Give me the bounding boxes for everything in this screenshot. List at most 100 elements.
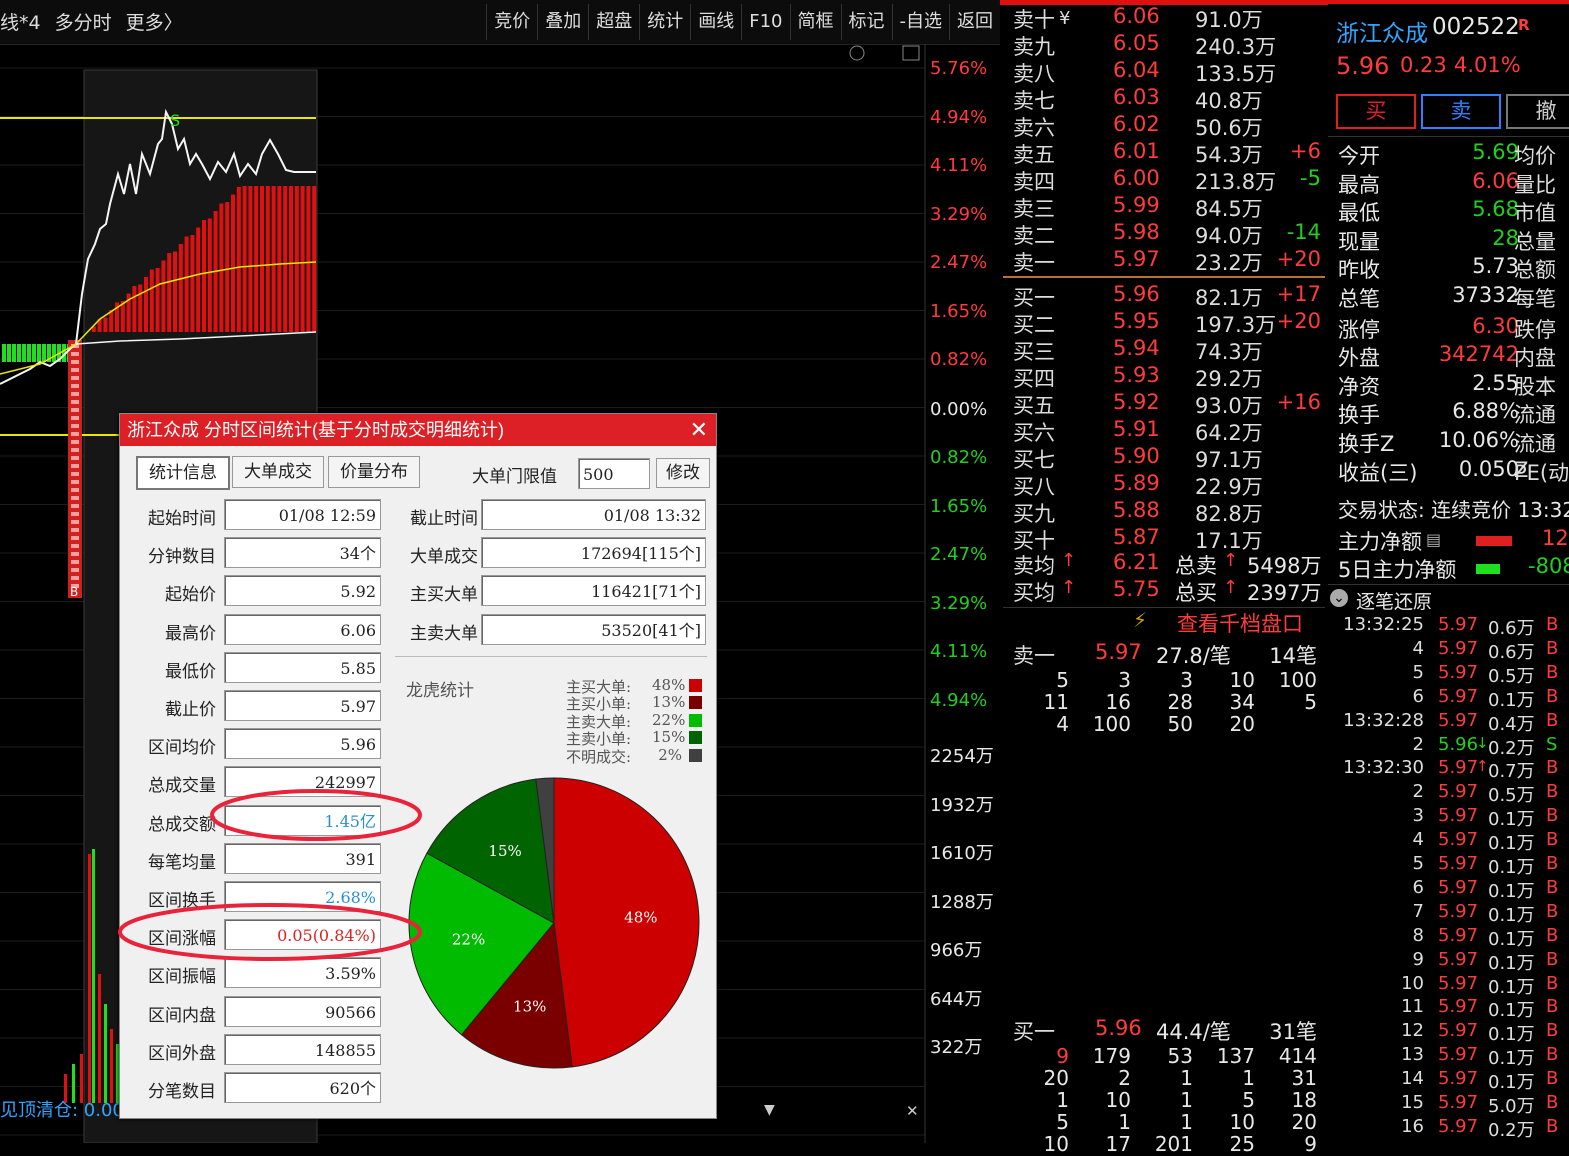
queue-cell: 16 <box>1105 690 1131 714</box>
bid-row[interactable]: 买三 5.94 74.3万 <box>1003 336 1325 364</box>
tick-time: 13:32:30 <box>1343 757 1424 779</box>
bid-row[interactable]: 买六 5.91 64.2万 <box>1003 417 1325 445</box>
ask-row[interactable]: 卖九 6.05 240.3万 <box>1003 31 1325 59</box>
net-flow-bar <box>155 268 160 332</box>
threshold-input[interactable]: 500 <box>578 458 650 489</box>
bid-row[interactable]: 买八 5.89 22.9万 <box>1003 471 1325 499</box>
toolbar-item-0[interactable]: 线*4 <box>0 12 41 34</box>
buy-signal-tick <box>71 552 79 556</box>
toolbar-item-2[interactable]: 更多〉 <box>126 12 183 34</box>
net-flow-bar-green <box>52 344 56 362</box>
toolbar-item-1[interactable]: 多分时 <box>55 12 112 34</box>
net-flow-bar <box>178 244 183 332</box>
chevron-down-icon[interactable]: ▼ <box>764 1102 775 1118</box>
bid-row[interactable]: 买七 5.90 97.1万 <box>1003 444 1325 472</box>
quote-label-secondary: 每笔 <box>1514 287 1556 311</box>
queue-cell: 137 <box>1216 1044 1255 1068</box>
level-price: 6.04 <box>1113 58 1160 82</box>
stat-value-field: 620个 <box>224 1072 381 1103</box>
tick-price: 5.97 <box>1438 1044 1479 1066</box>
level-price: 6.02 <box>1113 112 1160 136</box>
main-net-5day-bar <box>1476 564 1500 574</box>
ask-row[interactable]: 卖六 6.02 50.6万 <box>1003 112 1325 140</box>
toolbar-button-5[interactable]: F10 <box>741 4 789 40</box>
view-depth-link[interactable]: 查看千档盘口 <box>1177 608 1303 638</box>
tick-volume: 0.1万 <box>1488 1000 1535 1022</box>
ask-row[interactable]: 卖二 5.98 94.0万 -14 <box>1003 220 1325 248</box>
pie-legend-label: 不明成交: <box>566 747 632 766</box>
bid-row[interactable]: 买二 5.95 197.3万 +20 <box>1003 309 1325 337</box>
pie-slice-label: 13% <box>513 998 546 1016</box>
ask-row[interactable]: 卖五 6.01 54.3万 +6 <box>1003 139 1325 167</box>
pie-legend-value: 2% <box>658 745 682 764</box>
quote-value: 10.06% <box>1438 428 1519 452</box>
tick-price: 5.97 <box>1438 661 1479 683</box>
pct-axis-label: 0.82% <box>930 447 988 468</box>
net-flow-bar <box>103 317 108 332</box>
volume-bar <box>98 974 101 1103</box>
chevron-down-icon[interactable]: ⌄ <box>1330 589 1348 607</box>
dialog-title-bar[interactable]: 浙江众成 分时区间统计(基于分时成交明细统计) ✕ <box>120 414 716 446</box>
ask-row[interactable]: 卖八 6.04 133.5万 <box>1003 58 1325 86</box>
net-flow-bar-green <box>42 344 46 362</box>
trade-status: 交易状态: 连续竞价 13:32 <box>1338 498 1569 522</box>
queue-price: 5.96 <box>1095 1016 1142 1040</box>
sell-button[interactable]: 卖 <box>1421 94 1501 129</box>
bid-row[interactable]: 买十 5.87 17.1万 <box>1003 525 1325 553</box>
ask-row[interactable]: 卖四 6.00 213.8万 -5 <box>1003 166 1325 194</box>
toolbar-button-2[interactable]: 超盘 <box>588 4 639 40</box>
volume-bar <box>88 854 91 1103</box>
ask-row[interactable]: 卖三 5.99 84.5万 <box>1003 193 1325 221</box>
level-price: 5.93 <box>1113 363 1160 387</box>
ask-row[interactable]: 卖一 5.97 23.2万 +20 <box>1003 247 1325 275</box>
quote-label-secondary: 内盘 <box>1514 346 1556 371</box>
close-icon[interactable]: ✕ <box>690 414 708 446</box>
toolbar-button-0[interactable]: 竞价 <box>486 4 537 40</box>
bid-row[interactable]: 买九 5.88 82.8万 <box>1003 498 1325 526</box>
toolbar-button-3[interactable]: 统计 <box>639 4 690 40</box>
buy-signal-tick <box>71 384 79 388</box>
up-arrow-icon: ↑ <box>1223 550 1239 571</box>
queue-cell: 179 <box>1092 1044 1131 1068</box>
tick-side: B <box>1546 996 1559 1018</box>
level-volume: 74.3万 <box>1195 340 1263 364</box>
pct-axis-label: 4.11% <box>930 155 988 176</box>
toolbar-button-4[interactable]: 画线 <box>690 4 741 40</box>
main-net-5day-value: -808 <box>1528 554 1569 578</box>
ask-row[interactable]: 卖十 6.06 91.0万 <box>1003 4 1325 32</box>
dialog-tab-1[interactable]: 大单成交 <box>232 456 324 488</box>
cancel-order-button[interactable]: 撤 <box>1506 94 1569 129</box>
buy-button[interactable]: 买 <box>1336 94 1416 129</box>
list-icon[interactable]: ▤ <box>1426 530 1441 549</box>
bid-row[interactable]: 买一 5.96 82.1万 +17 <box>1003 282 1325 310</box>
tick-price: 5.97 <box>1438 614 1479 635</box>
level-volume: 54.3万 <box>1195 143 1263 167</box>
dialog-tab-2[interactable]: 价量分布 <box>328 456 420 488</box>
toolbar-button-6[interactable]: 简框 <box>789 4 841 40</box>
ask-row[interactable]: 卖七 6.03 40.8万 <box>1003 85 1325 113</box>
tick-list-header[interactable]: 逐笔还原 <box>1356 587 1432 614</box>
tick-time: 3 <box>1412 805 1424 827</box>
quote-row: 外盘 342742 内盘 <box>1328 342 1569 370</box>
level-change: -5 <box>1300 166 1321 190</box>
tick-row: 8 5.97 0.1万 B <box>1328 925 1569 950</box>
bid-row[interactable]: 买五 5.92 93.0万 +16 <box>1003 390 1325 418</box>
bid-row[interactable]: 买四 5.93 29.2万 <box>1003 363 1325 391</box>
tick-side: S <box>1546 733 1558 755</box>
quote-label: 收益(三) <box>1338 460 1418 485</box>
toolbar-button-8[interactable]: -自选 <box>891 4 950 40</box>
queue-cell: 10 <box>1043 1132 1069 1156</box>
stat-value-field: 391 <box>224 842 381 874</box>
net-flow-bar <box>271 186 276 332</box>
toolbar-button-9[interactable]: 返回 <box>949 4 1000 40</box>
tick-row: 5 5.97 0.1万 B <box>1328 853 1569 878</box>
toolbar-button-1[interactable]: 叠加 <box>537 4 588 40</box>
tick-time: 16 <box>1401 1115 1424 1137</box>
toolbar-button-7[interactable]: 标记 <box>840 4 892 40</box>
quote-label: 涨停 <box>1338 317 1380 342</box>
dialog-tab-0[interactable]: 统计信息 <box>136 456 230 490</box>
net-flow-bar <box>254 186 259 332</box>
close-icon[interactable]: ✕ <box>906 1102 919 1120</box>
modify-button[interactable]: 修改 <box>656 458 710 488</box>
quote-label-secondary: 总额 <box>1514 258 1556 283</box>
